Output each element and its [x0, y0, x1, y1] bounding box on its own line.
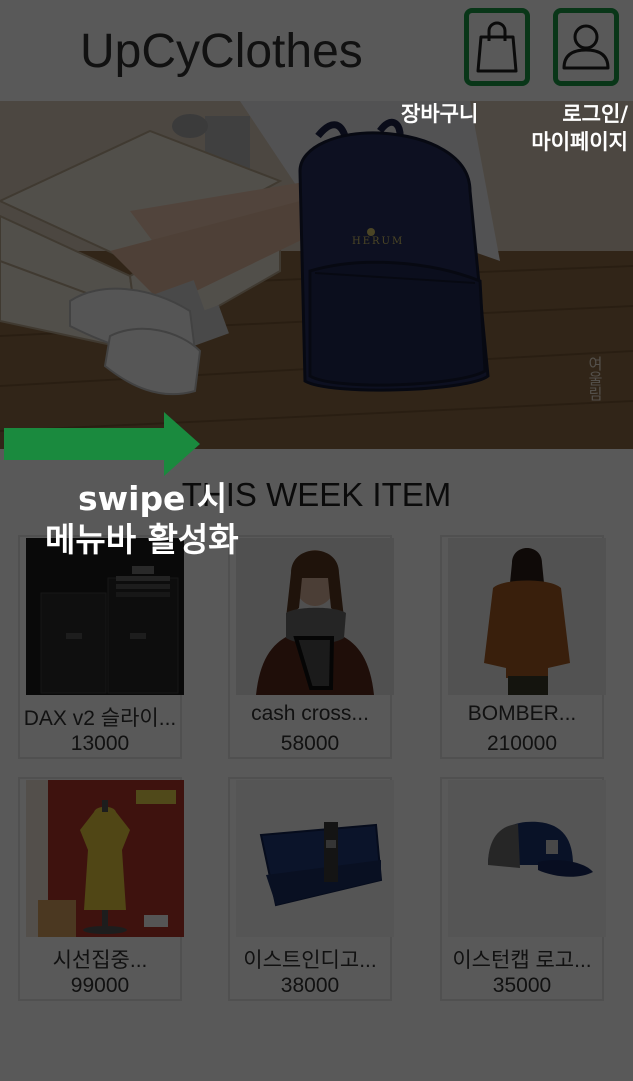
- product-card[interactable]: 이스턴캡 로고... 35000: [440, 777, 606, 1001]
- cart-button[interactable]: [464, 8, 530, 86]
- menu-annotation: 메뉴바 활성화: [45, 520, 239, 559]
- app-header: UpCyClothes: [0, 0, 633, 101]
- shopping-bag-icon: [476, 21, 518, 73]
- product-name: 이스트인디고...: [243, 949, 377, 972]
- product-card[interactable]: BOMBER... 210000: [440, 535, 606, 759]
- product-thumbnail: [448, 538, 606, 695]
- product-price: 35000: [492, 974, 552, 997]
- cart-annotation: 장바구니: [401, 102, 479, 126]
- product-card[interactable]: DAX v2 슬라이... 13000: [18, 535, 184, 759]
- user-icon: [562, 24, 610, 70]
- product-name: 시선집중...: [52, 949, 148, 972]
- swipe-arrow-icon: [4, 412, 200, 476]
- product-card[interactable]: cash cross... 58000: [228, 535, 394, 759]
- login-mypage-button[interactable]: [553, 8, 619, 86]
- login-annotation-line1: 로그인/: [562, 102, 628, 126]
- product-price: 99000: [70, 974, 130, 997]
- bag-logo: HERUM: [352, 236, 404, 247]
- product-price: 13000: [70, 732, 130, 755]
- login-annotation: 로그인/ 마이페이지: [506, 100, 628, 156]
- banner-watermark: 여울림: [586, 356, 604, 401]
- product-card[interactable]: 이스트인디고... 38000: [228, 777, 394, 1001]
- product-name: 이스턴캡 로고...: [452, 949, 592, 972]
- product-name: BOMBER...: [467, 702, 577, 725]
- product-name: cash cross...: [251, 702, 369, 725]
- product-price: 210000: [486, 732, 558, 755]
- product-card[interactable]: 시선집중... 99000: [18, 777, 184, 1001]
- product-thumbnail: [236, 780, 394, 937]
- product-thumbnail: [26, 538, 184, 695]
- product-name: DAX v2 슬라이...: [23, 707, 177, 730]
- app-title: UpCyClothes: [80, 25, 363, 78]
- product-thumbnail: [236, 538, 394, 695]
- product-price: 58000: [280, 732, 340, 755]
- product-thumbnail: [448, 780, 606, 937]
- product-price: 38000: [280, 974, 340, 997]
- product-thumbnail: [26, 780, 184, 937]
- login-annotation-line2: 마이페이지: [531, 130, 628, 154]
